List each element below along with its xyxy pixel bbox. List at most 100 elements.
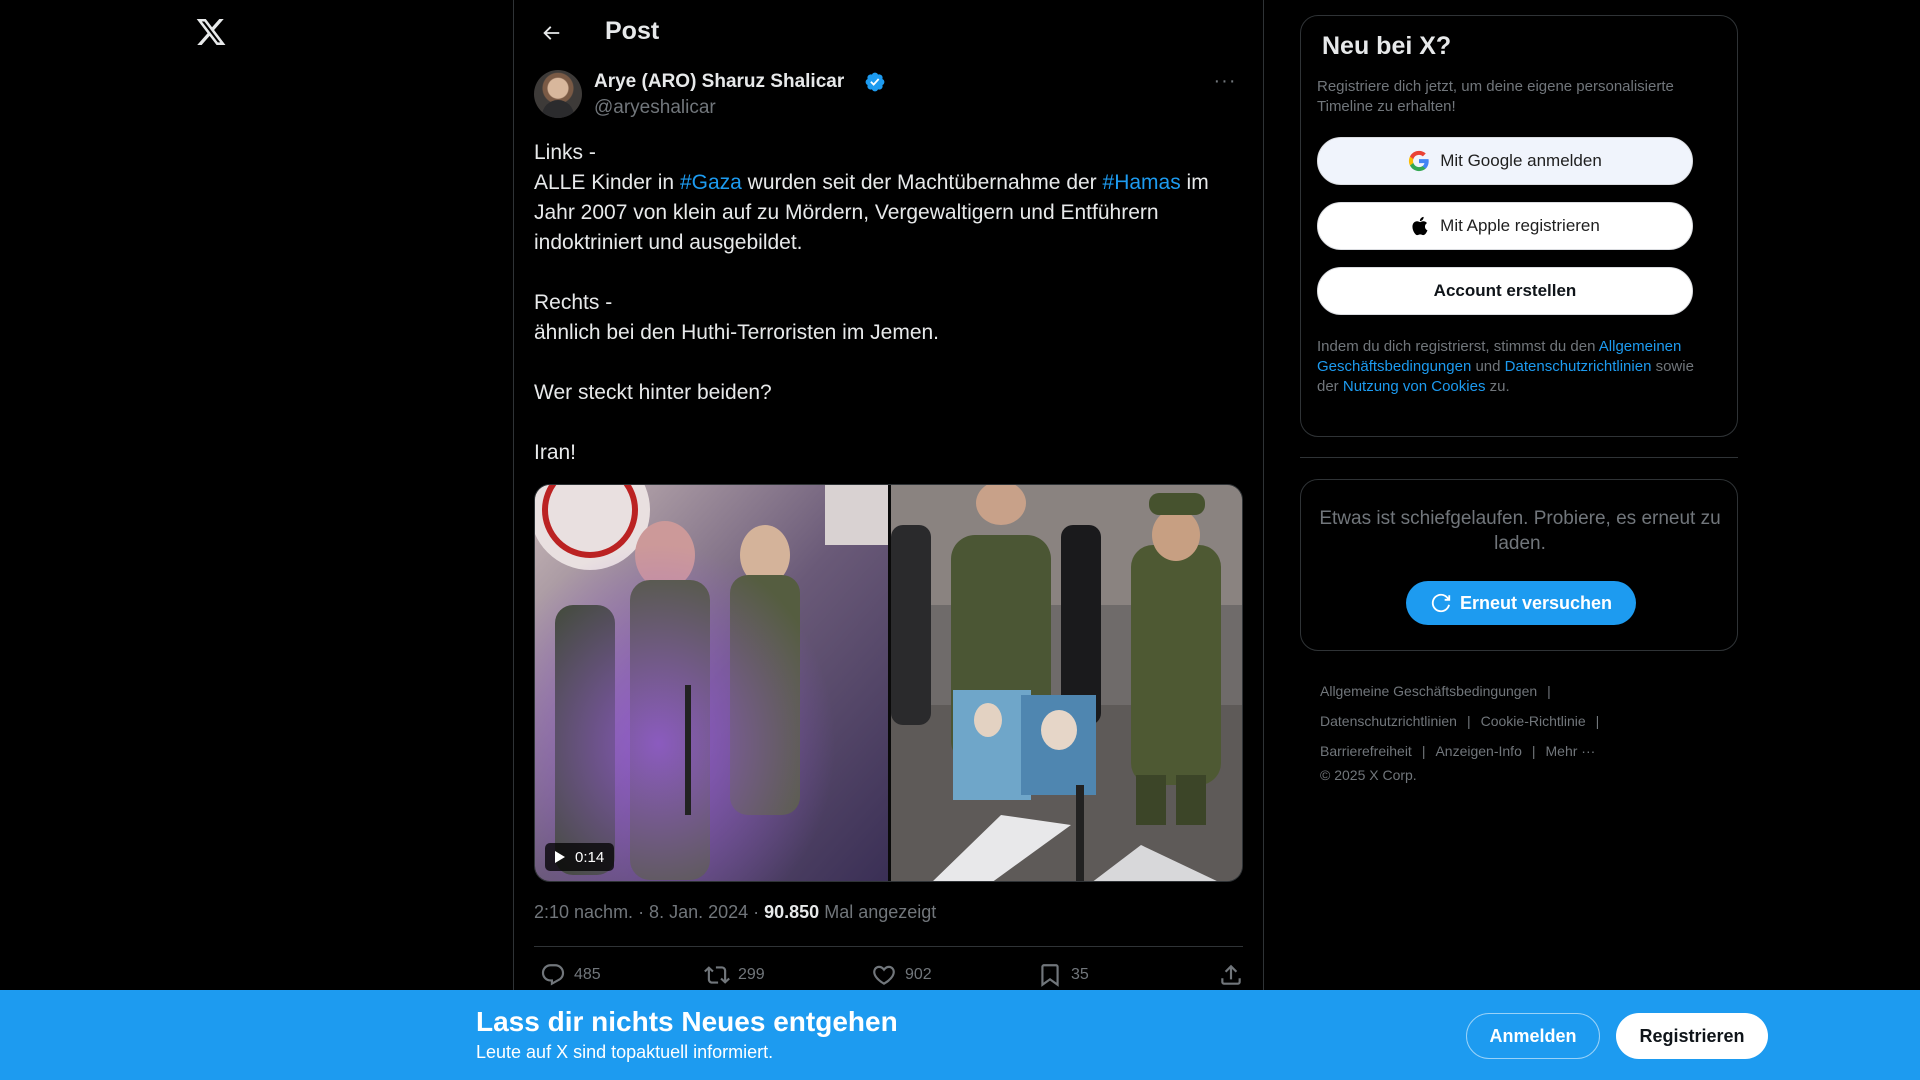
view-count: 90.850 [764,902,820,922]
copyright: © 2025 X Corp. [1320,767,1417,783]
x-logo-icon[interactable] [195,16,227,52]
footer-separator: | [1466,713,1471,729]
tweet-line: Links - [534,141,596,164]
create-account-label: Account erstellen [1433,281,1577,300]
footer-separator: | [1595,713,1600,729]
like-button[interactable]: 902 [871,962,932,988]
post-header: Post [514,0,1263,66]
create-account-button[interactable]: Account erstellen [1317,267,1693,315]
video-frame-right [891,485,1242,881]
sidebar-divider [1300,457,1738,458]
arrow-left-icon [543,26,560,40]
footer-privacy-link[interactable]: Datenschutzrichtlinien [1320,706,1457,736]
tweet-line: Iran! [534,441,577,464]
refresh-icon [1431,593,1451,613]
footer-terms-link[interactable]: Allgemeine Geschäftsbedingungen [1320,676,1537,706]
avatar[interactable] [534,70,582,118]
google-icon [1409,150,1429,172]
verified-badge-icon[interactable] [864,71,886,93]
legal-text-segment: und [1471,358,1505,375]
post-meta: 2:10 nachm. · 8. Jan. 2024 · 90.850 Mal … [534,902,936,923]
footer-separator: | [1421,743,1426,759]
footer-separator: | [1531,743,1536,759]
tweet-line: Wer steckt hinter beiden? [534,381,772,404]
footer-row: Allgemeine Geschäftsbedingungen | [1320,676,1720,706]
tweet-line: Rechts - [534,291,613,314]
tweet-text-segment: wurden seit der Machtübernahme der [741,171,1103,194]
share-icon [1221,964,1241,985]
retry-label: Erneut versuchen [1459,592,1613,613]
banner-title: Lass dir nichts Neues entgehen [476,1006,898,1037]
bookmark-count: 35 [1071,966,1089,983]
divider [534,946,1243,947]
like-count: 902 [905,966,932,983]
tweet-paragraph: ALLE Kinder in #Gaza wurden seit der Mac… [534,168,1246,258]
repost-count: 299 [738,966,765,983]
signup-title: Neu bei X? [1322,32,1452,60]
retry-button[interactable]: Erneut versuchen [1406,581,1636,625]
reply-icon [541,964,565,986]
repost-button[interactable]: 299 [704,962,765,988]
video-media[interactable]: 0:14 [534,484,1243,882]
error-card: Etwas ist schiefgelaufen. Probiere, es e… [1300,479,1738,651]
video-duration-badge: 0:14 [545,843,615,871]
page-title: Post [605,17,660,45]
apple-signup-button[interactable]: Mit Apple registrieren [1317,202,1693,250]
footer-row: Datenschutzrichtlinien | Cookie-Richtlin… [1320,706,1720,736]
login-banner: Lass dir nichts Neues entgehen Leute auf… [0,990,1920,1080]
footer-row: Barrierefreiheit | Anzeigen-Info | Mehr … [1320,736,1720,766]
video-frame-left: 0:14 [535,485,888,881]
author-block: Arye (ARO) Sharuz Shalicar @aryeshalicar… [534,70,1244,126]
video-frame-left-image [535,485,888,881]
footer-ads-info-link[interactable]: Anzeigen-Info [1435,736,1521,766]
action-bar: 485 299 902 35 [534,962,1243,992]
main-column: Post Arye (ARO) Sharuz Shalicar @aryesha… [513,0,1264,1080]
signup-legal-text: Indem du dich registrierst, stimmst du d… [1317,337,1707,397]
video-frame-right-image [891,485,1242,881]
banner-subtitle: Leute auf X sind topaktuell informiert. [476,1042,774,1062]
view-count-label: Mal angezeigt [819,902,937,922]
bookmark-icon [1041,964,1059,987]
signup-card: Neu bei X? Registriere dich jetzt, um de… [1300,15,1738,437]
hashtag-hamas-link[interactable]: #Hamas [1103,171,1181,194]
post-timestamp[interactable]: 2:10 nachm. · 8. Jan. 2024 · [534,902,764,922]
apple-icon [1412,216,1428,236]
share-button[interactable] [1218,962,1244,988]
legal-text-segment: zu. [1485,378,1510,395]
tweet-text: Links - ALLE Kinder in #Gaza wurden seit… [534,138,1246,468]
footer-cookies-link[interactable]: Cookie-Richtlinie [1481,706,1586,736]
footer-links: Allgemeine Geschäftsbedingungen | Datens… [1320,676,1720,784]
author-handle[interactable]: @aryeshalicar [594,97,716,119]
page: Post Arye (ARO) Sharuz Shalicar @aryesha… [0,0,1920,1080]
error-message: Etwas ist schiefgelaufen. Probiere, es e… [1319,508,1721,554]
left-rail [0,0,513,1080]
reply-count: 485 [574,966,601,983]
back-button[interactable] [534,16,568,50]
google-signin-button[interactable]: Mit Google anmelden [1317,137,1693,185]
login-button[interactable]: Anmelden [1466,1013,1600,1059]
more-options-button[interactable]: ··· [1208,70,1242,96]
bookmark-button[interactable]: 35 [1037,962,1089,988]
cookies-link[interactable]: Nutzung von Cookies [1343,378,1486,395]
hashtag-gaza-link[interactable]: #Gaza [680,171,742,194]
google-signin-label: Mit Google anmelden [1440,151,1602,170]
video-duration: 0:14 [575,848,605,866]
tweet-text-segment: ALLE Kinder in [534,171,680,194]
footer-more-link[interactable]: Mehr ··· [1546,736,1596,766]
reply-button[interactable]: 485 [540,962,601,988]
tweet-line: ähnlich bei den Huthi-Terroristen im Jem… [534,321,940,344]
play-icon [555,851,565,863]
signup-subtitle: Registriere dich jetzt, um deine eigene … [1317,78,1674,115]
footer-accessibility-link[interactable]: Barrierefreiheit [1320,736,1412,766]
register-button[interactable]: Registrieren [1616,1013,1768,1059]
footer-separator: | [1547,683,1551,699]
right-sidebar: Neu bei X? Registriere dich jetzt, um de… [1300,0,1738,1080]
privacy-link[interactable]: Datenschutzrichtlinien [1505,358,1652,375]
author-name[interactable]: Arye (ARO) Sharuz Shalicar [594,71,844,93]
repost-icon [704,966,730,984]
legal-text-segment: Indem du dich registrierst, stimmst du d… [1317,338,1599,355]
apple-signup-label: Mit Apple registrieren [1440,216,1600,235]
